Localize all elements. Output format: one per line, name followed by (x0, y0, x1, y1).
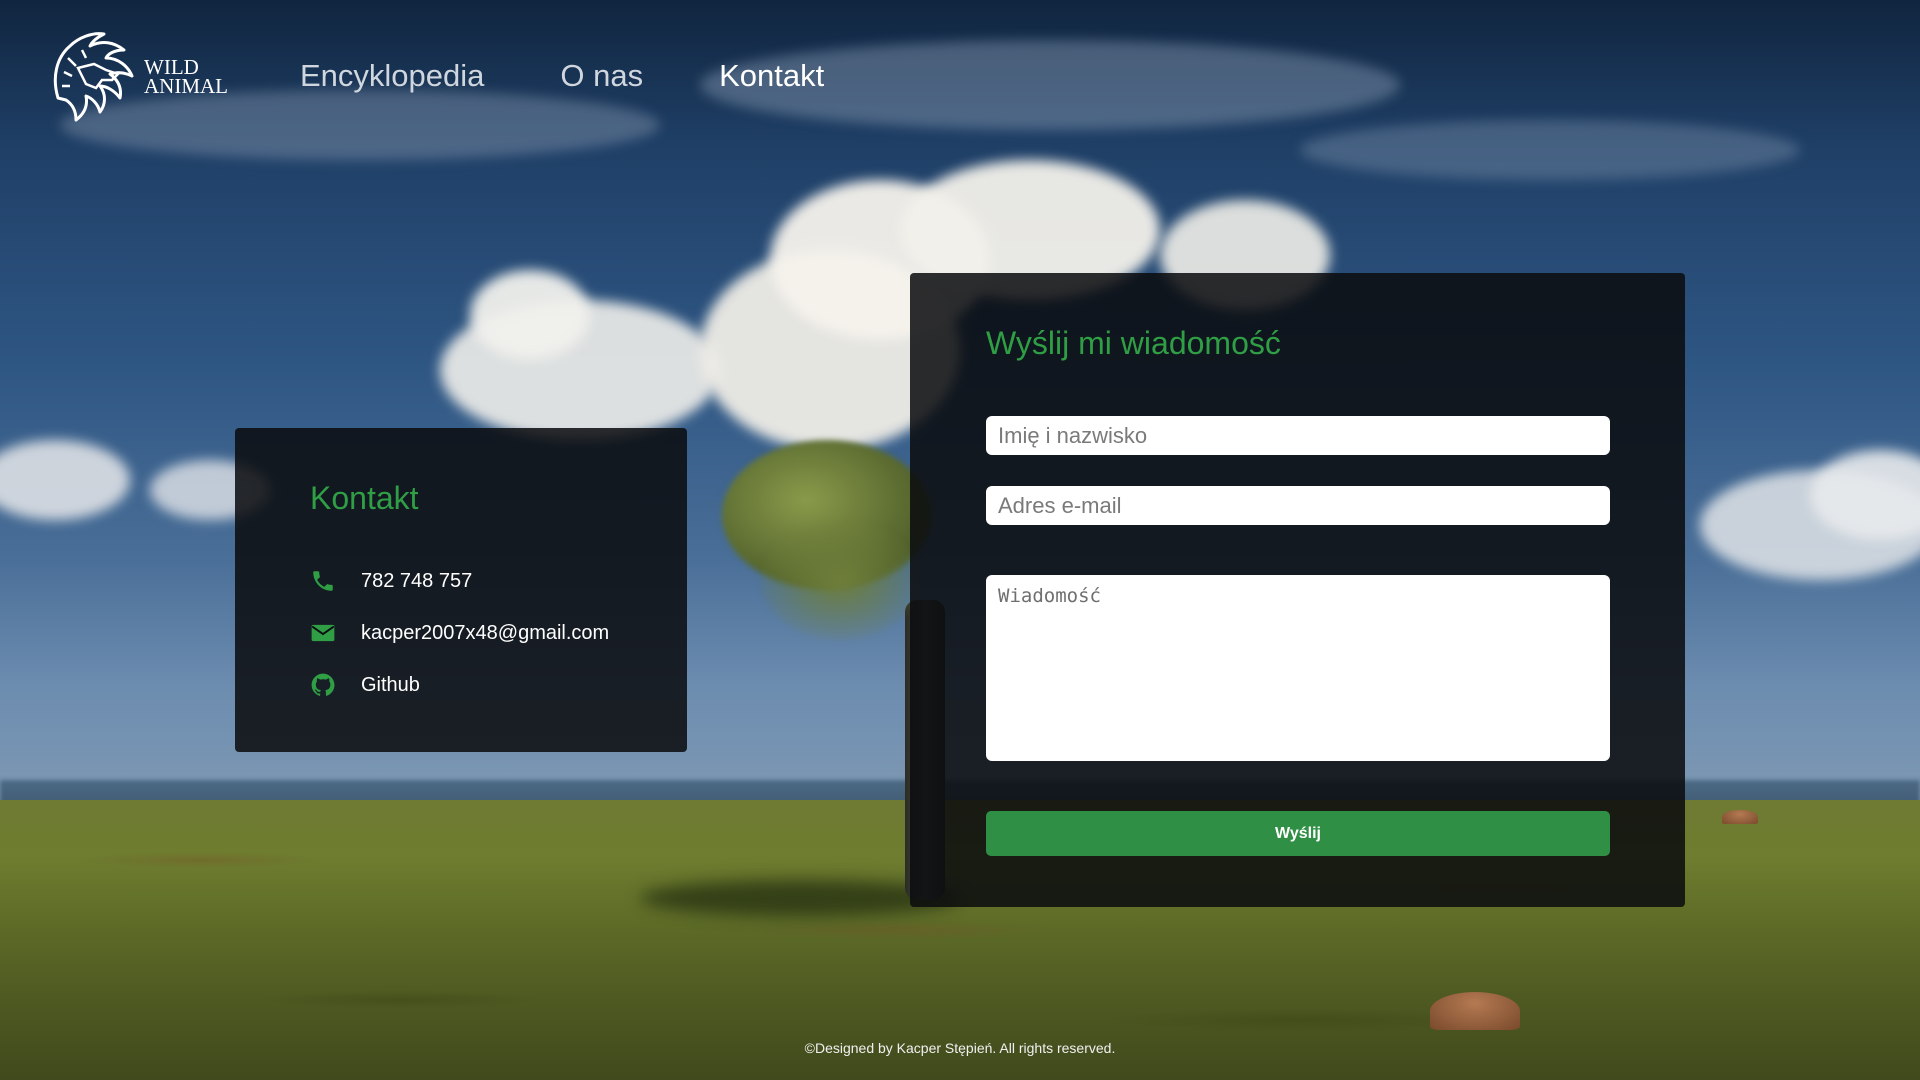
termite-mound (1722, 810, 1758, 824)
lion-head-icon (53, 32, 134, 122)
send-button[interactable]: Wyślij (986, 811, 1610, 856)
tree-canopy (760, 520, 920, 640)
logo-text: WILD ANIMALS (144, 58, 228, 96)
main-nav: Encyklopedia O nas Kontakt (300, 58, 900, 94)
envelope-icon (311, 624, 335, 642)
form-title: Wyślij mi wiadomość (986, 325, 1281, 361)
contact-card-title: Kontakt (310, 480, 419, 516)
name-input[interactable] (986, 416, 1610, 455)
contact-github-row[interactable]: Github (310, 672, 420, 698)
contact-github-link[interactable]: Github (361, 674, 420, 697)
nav-link-kontakt[interactable]: Kontakt (719, 58, 824, 94)
message-textarea[interactable] (986, 575, 1610, 761)
footer-copyright: ©Designed by Kacper Stępień. All rights … (804, 1040, 1116, 1056)
contact-phone-row: 782 748 757 (310, 568, 472, 594)
termite-mound (1430, 992, 1520, 1030)
site-logo[interactable]: WILD ANIMALS (48, 28, 228, 122)
contact-phone-text: 782 748 757 (361, 569, 473, 592)
phone-icon (313, 571, 333, 591)
cloud (470, 270, 590, 360)
contact-email-text[interactable]: kacper2007x48@gmail.com (361, 622, 609, 645)
email-input[interactable] (986, 486, 1610, 525)
site-header: WILD ANIMALS Encyklopedia O nas Kontakt (0, 0, 1920, 160)
contact-info-card: Kontakt 782 748 757 kacper2007x48@gmail.… (235, 428, 687, 752)
github-icon (311, 673, 335, 696)
contact-email-row: kacper2007x48@gmail.com (310, 620, 609, 646)
nav-link-encyklopedia[interactable]: Encyklopedia (300, 58, 484, 94)
logo-text-line2: ANIMALS (144, 74, 228, 97)
nav-link-o-nas[interactable]: O nas (560, 58, 643, 94)
contact-form-card: Wyślij mi wiadomość Wyślij (910, 273, 1685, 907)
